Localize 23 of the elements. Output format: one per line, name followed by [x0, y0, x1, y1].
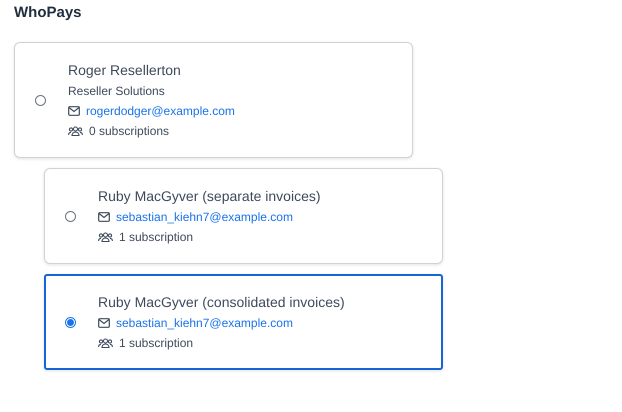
envelope-icon	[98, 212, 110, 222]
subscription-count: 1 subscription	[119, 335, 194, 351]
radio-button[interactable]	[35, 94, 46, 106]
subscription-count: 0 subscriptions	[89, 123, 170, 139]
users-icon	[98, 338, 113, 348]
option-card[interactable]: Roger Resellerton Reseller Solutions rogerdodger@example.com 0 subscriptions	[14, 42, 413, 158]
customer-name: Ruby MacGyver (separate invoices)	[98, 187, 321, 205]
email-link[interactable]: sebastian_kiehn7@example.com	[116, 209, 293, 225]
customer-name: Roger Resellerton	[68, 61, 182, 79]
email-link[interactable]: sebastian_kiehn7@example.com	[116, 315, 293, 331]
subscription-count: 1 subscription	[119, 229, 194, 245]
option-card[interactable]: Ruby MacGyver (consolidated invoices) sebastian_kiehn7@example.com 1 subscription	[44, 274, 443, 370]
envelope-icon	[68, 106, 80, 116]
email-link[interactable]: rogerdodger@example.com	[86, 103, 235, 119]
users-icon	[98, 232, 113, 242]
customer-name: Ruby MacGyver (consolidated invoices)	[98, 293, 345, 311]
company-name: Reseller Solutions	[68, 83, 166, 99]
envelope-icon	[98, 318, 110, 328]
option-card[interactable]: Ruby MacGyver (separate invoices) sebastian_kiehn7@example.com 1 subscription	[44, 168, 443, 264]
radio-button[interactable]	[65, 210, 76, 222]
section-title: WhoPays	[14, 6, 83, 23]
radio-button[interactable]	[65, 316, 76, 328]
users-icon	[68, 126, 83, 136]
